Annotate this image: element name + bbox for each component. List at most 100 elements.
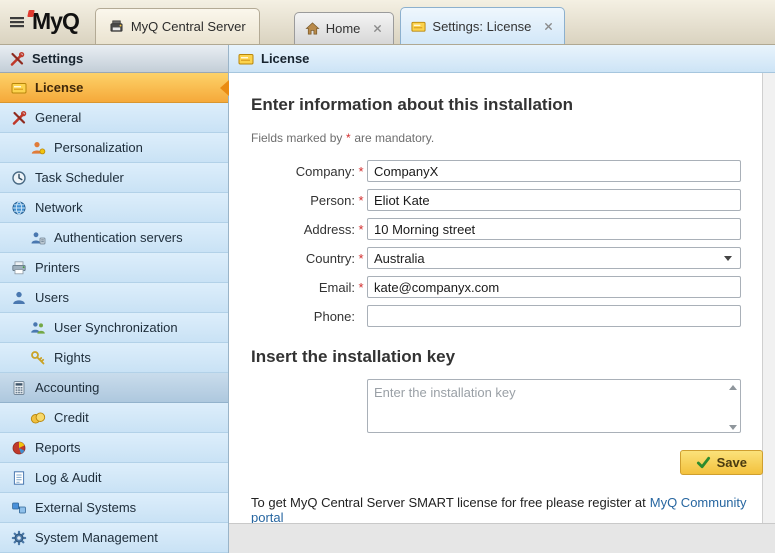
sidebar-item-rights[interactable]: Rights	[0, 343, 228, 373]
required-asterisk: *	[355, 193, 367, 208]
form-row-address: Address: *	[251, 218, 762, 240]
save-button[interactable]: Save	[680, 450, 763, 475]
sidebar-header: Settings	[0, 45, 228, 73]
gear-icon	[11, 530, 27, 546]
phone-field[interactable]	[367, 305, 741, 327]
sidebar-item-label: Log & Audit	[35, 470, 102, 485]
log-document-icon	[11, 470, 27, 486]
close-icon[interactable]	[372, 23, 383, 34]
close-icon[interactable]	[543, 21, 554, 32]
clock-icon	[11, 170, 27, 186]
sidebar-item-general[interactable]: General	[0, 103, 228, 133]
check-icon	[696, 455, 711, 470]
company-label: Company:	[251, 164, 355, 179]
globe-icon	[11, 200, 27, 216]
tab-settings-license-label: Settings: License	[432, 19, 531, 34]
bottom-strip	[229, 523, 775, 553]
main-panel-header: License	[229, 45, 775, 73]
tools-icon	[11, 110, 27, 126]
sidebar-item-label: Reports	[35, 440, 81, 455]
sidebar-item-external-systems[interactable]: External Systems	[0, 493, 228, 523]
sidebar-item-personalization[interactable]: Personalization	[0, 133, 228, 163]
page-title: License	[261, 51, 309, 66]
phone-label: Phone:	[251, 309, 355, 324]
sidebar-item-system-management[interactable]: System Management	[0, 523, 228, 553]
sidebar-item-label: System Management	[35, 530, 158, 545]
country-label: Country:	[251, 251, 355, 266]
email-field[interactable]	[367, 276, 741, 298]
scrollbar-up-arrow[interactable]	[729, 385, 737, 390]
required-asterisk: *	[355, 251, 367, 266]
sidebar-item-printers[interactable]: Printers	[0, 253, 228, 283]
server-icon	[109, 19, 124, 34]
required-asterisk: *	[355, 280, 367, 295]
external-systems-icon	[11, 500, 27, 516]
scrollbar-down-arrow[interactable]	[729, 425, 737, 430]
save-button-label: Save	[717, 455, 747, 470]
sidebar-item-log-audit[interactable]: Log & Audit	[0, 463, 228, 493]
sidebar-item-authentication-servers[interactable]: Authentication servers	[0, 223, 228, 253]
sidebar-item-label: Accounting	[35, 380, 99, 395]
save-row: Save	[251, 450, 763, 475]
address-label: Address:	[251, 222, 355, 237]
chevron-down-icon	[724, 256, 732, 261]
form-row-company: Company: *	[251, 160, 762, 182]
sidebar-item-label: Printers	[35, 260, 80, 275]
person-label: Person:	[251, 193, 355, 208]
license-card-icon	[238, 51, 254, 67]
country-selected-value: Australia	[374, 251, 425, 266]
required-asterisk: *	[355, 222, 367, 237]
email-label: Email:	[251, 280, 355, 295]
settings-sidebar: Settings License General Personalization…	[0, 45, 229, 553]
license-card-icon	[11, 80, 27, 96]
tab-home[interactable]: Home	[294, 12, 395, 44]
required-asterisk: *	[342, 131, 354, 145]
sidebar-item-network[interactable]: Network	[0, 193, 228, 223]
installation-key-input[interactable]	[367, 379, 741, 433]
sidebar-item-label: External Systems	[35, 500, 136, 515]
company-field[interactable]	[367, 160, 741, 182]
installation-info-heading: Enter information about this installatio…	[251, 95, 762, 115]
person-field[interactable]	[367, 189, 741, 211]
register-note-text: To get MyQ Central Server SMART license …	[251, 495, 646, 510]
country-dropdown[interactable]: Australia	[367, 247, 741, 269]
sidebar-item-credit[interactable]: Credit	[0, 403, 228, 433]
license-card-icon	[411, 19, 426, 34]
register-note: To get MyQ Central Server SMART license …	[251, 495, 762, 525]
address-field[interactable]	[367, 218, 741, 240]
tools-icon	[9, 51, 25, 67]
coins-icon	[30, 410, 46, 426]
form-row-email: Email: *	[251, 276, 762, 298]
calculator-icon	[11, 380, 27, 396]
license-form-panel: Enter information about this installatio…	[229, 73, 763, 523]
form-row-phone: Phone:	[251, 305, 762, 327]
sidebar-item-license[interactable]: License	[0, 73, 228, 103]
tab-settings-license[interactable]: Settings: License	[400, 7, 565, 44]
sidebar-item-label: Users	[35, 290, 69, 305]
sidebar-item-label: Credit	[54, 410, 89, 425]
home-icon	[305, 21, 320, 36]
sidebar-item-label: Rights	[54, 350, 91, 365]
main-panel: License Enter information about this ins…	[229, 45, 775, 553]
sidebar-item-user-synchronization[interactable]: User Synchronization	[0, 313, 228, 343]
server-tab-label: MyQ Central Server	[131, 19, 246, 34]
key-icon	[30, 350, 46, 366]
myq-logo: MyQ	[32, 8, 79, 35]
form-row-person: Person: *	[251, 189, 762, 211]
note-prefix: Fields marked by	[251, 131, 342, 145]
sidebar-item-label: Personalization	[54, 140, 143, 155]
sidebar-item-accounting[interactable]: Accounting	[0, 373, 228, 403]
user-icon	[11, 290, 27, 306]
required-asterisk: *	[355, 164, 367, 179]
server-tab-myq-central-server[interactable]: MyQ Central Server	[95, 8, 260, 44]
auth-server-icon	[30, 230, 46, 246]
form-row-country: Country: * Australia	[251, 247, 762, 269]
sidebar-item-label: Network	[35, 200, 83, 215]
printer-icon	[11, 260, 27, 276]
sidebar-item-task-scheduler[interactable]: Task Scheduler	[0, 163, 228, 193]
tab-home-label: Home	[326, 21, 361, 36]
sidebar-item-reports[interactable]: Reports	[0, 433, 228, 463]
hamburger-menu-button[interactable]	[4, 9, 30, 35]
sidebar-item-users[interactable]: Users	[0, 283, 228, 313]
sidebar-item-label: User Synchronization	[54, 320, 178, 335]
